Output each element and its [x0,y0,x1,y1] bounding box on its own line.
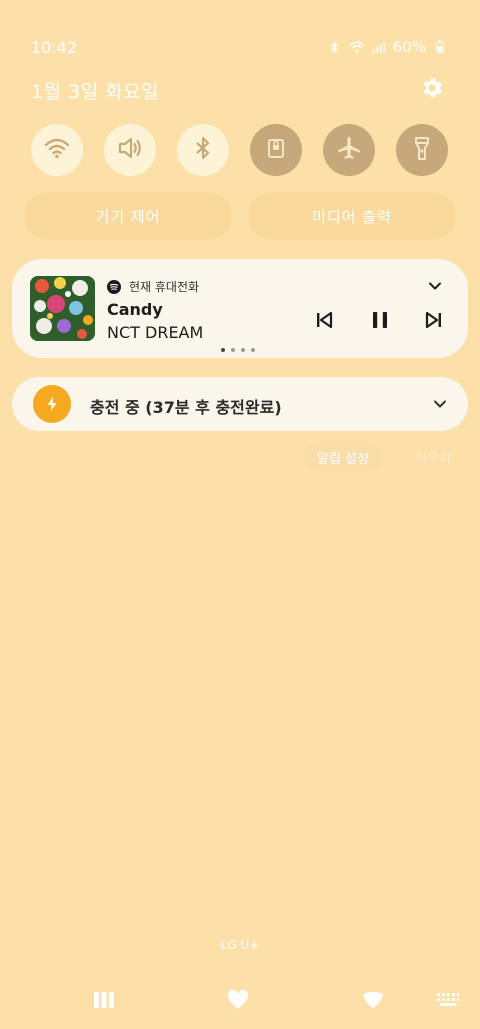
media-page-dots [221,348,255,352]
device-control-button[interactable]: 기기 제어 [24,192,232,240]
spotify-icon [107,279,121,294]
quick-settings [31,124,449,176]
media-expand-chevron-icon[interactable] [425,276,445,296]
flashlight-toggle[interactable] [396,124,448,176]
charging-notification[interactable]: 충전 중 (37분 후 충전완료) [12,377,468,431]
notification-settings-button[interactable]: 알림 설정 [303,443,383,471]
battery-percent: 60% [392,38,426,56]
date-label: 1월 3일 화요일 [31,81,160,103]
song-title: Candy [107,300,163,319]
pause-icon[interactable] [368,308,392,332]
wifi-toggle[interactable] [31,124,83,176]
back-icon[interactable] [361,989,385,1011]
volume-icon [116,134,144,166]
settings-gear-icon[interactable] [419,75,447,103]
bluetooth-icon [327,39,343,55]
signal-icon [371,39,387,55]
bluetooth-toggle[interactable] [177,124,229,176]
next-track-icon[interactable] [422,308,446,332]
charging-expand-chevron-icon[interactable] [430,394,450,414]
recent-apps-icon[interactable] [92,989,116,1011]
page-dot [221,348,225,352]
airplane-toggle[interactable] [323,124,375,176]
flashlight-icon [408,134,436,166]
status-icons: 60% [327,38,448,56]
airplane-icon [335,134,363,166]
lock-icon [262,134,290,166]
status-time: 10:42 [31,38,78,57]
page-dot [231,348,235,352]
charging-bolt-icon [33,385,71,423]
wifi-icon [349,39,365,55]
artist-name: NCT DREAM [107,323,204,342]
previous-track-icon[interactable] [312,308,336,332]
clear-all-button[interactable]: 지우기 [415,448,451,467]
navigation-bar [0,985,480,1015]
bluetooth-icon [189,134,217,166]
battery-icon [432,39,448,55]
media-output-button[interactable]: 미디어 출력 [248,192,456,240]
page-dot [251,348,255,352]
media-output-device-label: 현재 휴대전화 [129,280,200,294]
home-heart-icon[interactable] [226,989,250,1011]
charging-status-text: 충전 중 (37분 후 충전완료) [90,398,282,417]
carrier-label: LG U+ [220,938,260,952]
keyboard-icon[interactable] [436,989,460,1011]
media-player-card[interactable]: 현재 휴대전화 Candy NCT DREAM [12,259,468,358]
sound-toggle[interactable] [104,124,156,176]
media-app-line: 현재 휴대전화 [107,278,199,295]
album-art [30,276,95,341]
screen-lock-toggle[interactable] [250,124,302,176]
page-dot [241,348,245,352]
wifi-icon [43,134,71,166]
